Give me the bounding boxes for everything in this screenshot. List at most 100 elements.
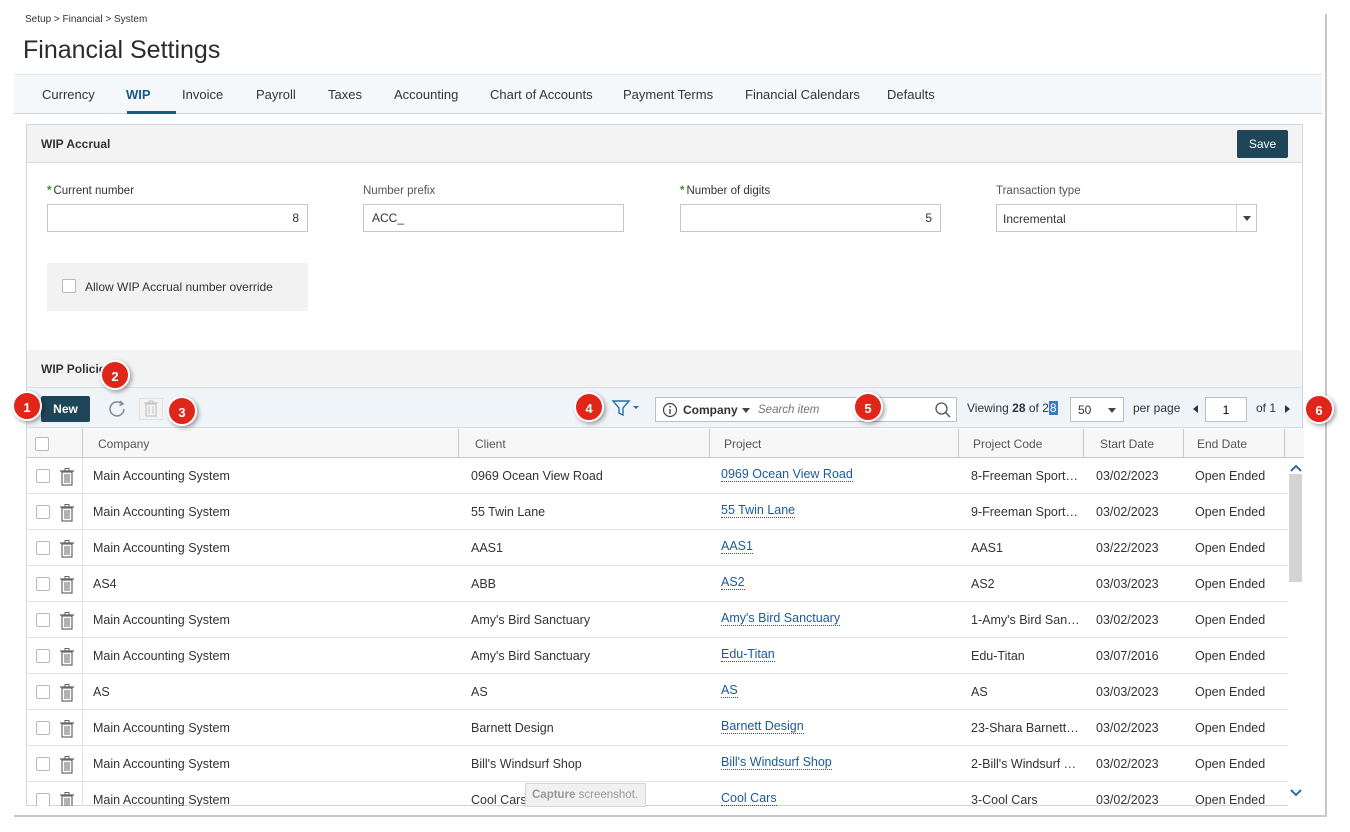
trash-icon[interactable] <box>58 611 76 634</box>
table-row[interactable]: Main Accounting System Amy's Bird Sanctua… <box>27 602 1289 638</box>
override-checkbox[interactable] <box>62 279 76 293</box>
cell-end-date: Open Ended <box>1195 469 1266 483</box>
trash-icon[interactable] <box>58 755 76 778</box>
tab-financial-calendars[interactable]: Financial Calendars <box>745 87 860 102</box>
table-row[interactable]: Main Accounting System Amy's Bird Sanctua… <box>27 638 1289 674</box>
number-prefix-input[interactable] <box>363 204 624 232</box>
trash-icon[interactable] <box>58 467 76 490</box>
table-row[interactable]: Main Accounting System Cool Cars Cool Cars… <box>27 782 1289 806</box>
cell-project-link[interactable]: Bill's Windsurf Shop <box>721 755 832 770</box>
delete-button[interactable] <box>139 398 163 420</box>
row-checkbox[interactable] <box>36 721 50 735</box>
row-checkbox[interactable] <box>36 613 50 627</box>
row-checkbox[interactable] <box>36 505 50 519</box>
transaction-type-select[interactable]: Incremental <box>996 204 1257 232</box>
column-header-start-date[interactable]: Start Date <box>1084 429 1184 458</box>
cell-project-link[interactable]: AAS1 <box>721 539 753 554</box>
refresh-icon[interactable] <box>107 398 127 423</box>
cell-project-link[interactable]: AS <box>721 683 738 698</box>
table-row[interactable]: Main Accounting System 55 Twin Lane 55 Twi… <box>27 494 1289 530</box>
search-scope-dropdown[interactable]: Company <box>683 403 750 417</box>
cell-project-link[interactable]: Edu-Titan <box>721 647 775 662</box>
tab-payment-terms[interactable]: Payment Terms <box>623 87 713 102</box>
column-header-project-code[interactable]: Project Code <box>959 429 1084 458</box>
cell-company: Main Accounting System <box>93 541 230 555</box>
chevron-down-icon[interactable] <box>1290 785 1302 803</box>
callout-marker: 3 <box>167 396 197 426</box>
trash-icon[interactable] <box>58 503 76 526</box>
callout-marker: 5 <box>853 392 883 422</box>
row-checkbox[interactable] <box>36 685 50 699</box>
row-checkbox[interactable] <box>36 541 50 555</box>
tab-accounting[interactable]: Accounting <box>394 87 458 102</box>
page-total: of 1 <box>1256 401 1277 415</box>
tab-defaults[interactable]: Defaults <box>887 87 935 102</box>
column-header-company[interactable]: Company <box>83 429 459 458</box>
row-checkbox[interactable] <box>36 757 50 771</box>
tab-wip[interactable]: WIP <box>126 87 151 102</box>
trash-icon[interactable] <box>58 719 76 742</box>
column-header-client[interactable]: Client <box>459 429 710 458</box>
table-row[interactable]: Main Accounting System AAS1 AAS1 AAS1 03/22/… <box>27 530 1289 566</box>
cell-company: AS4 <box>93 577 117 591</box>
cell-company: Main Accounting System <box>93 469 230 483</box>
tab-invoice[interactable]: Invoice <box>182 87 223 102</box>
trash-icon[interactable] <box>58 575 76 598</box>
scrollbar-thumb[interactable] <box>1289 474 1302 582</box>
next-page-icon[interactable] <box>1285 405 1290 413</box>
select-all-checkbox[interactable] <box>35 437 49 451</box>
callout-marker: 1 <box>12 391 42 421</box>
page-title: Financial Settings <box>23 36 221 64</box>
table-row[interactable]: Main Accounting System Barnett Design Barn… <box>27 710 1289 746</box>
settings-panel: WIP Accrual Save *Current number Number … <box>26 124 1304 806</box>
per-page-select[interactable]: 50 <box>1070 397 1124 422</box>
wip-policies-header: WIP Policie <box>27 350 1302 388</box>
cell-start-date: 03/02/2023 <box>1096 505 1159 519</box>
row-checkbox[interactable] <box>36 577 50 591</box>
cell-end-date: Open Ended <box>1195 613 1266 627</box>
cell-project-link[interactable]: 55 Twin Lane <box>721 503 796 518</box>
row-checkbox[interactable] <box>36 649 50 663</box>
search-input[interactable] <box>756 401 926 418</box>
prev-page-icon[interactable] <box>1193 405 1198 413</box>
cell-start-date: 03/07/2016 <box>1096 649 1159 663</box>
column-header-end-date[interactable]: End Date <box>1184 429 1285 458</box>
grid-scrollbar[interactable] <box>1288 458 1303 806</box>
cell-client: Bill's Windsurf Shop <box>471 757 582 771</box>
save-button[interactable]: Save <box>1237 130 1288 158</box>
table-row[interactable]: AS AS AS AS 03/03/2023 Open Ended <box>27 674 1289 710</box>
current-number-input[interactable] <box>47 204 308 232</box>
new-button[interactable]: New <box>41 396 90 422</box>
number-of-digits-input[interactable] <box>680 204 941 232</box>
cell-project-link[interactable]: 0969 Ocean View Road <box>721 467 853 482</box>
table-row[interactable]: AS4 ABB AS2 AS2 03/03/2023 Open Ended <box>27 566 1289 602</box>
cell-client: AS <box>471 685 488 699</box>
tab-currency[interactable]: Currency <box>42 87 95 102</box>
cell-start-date: 03/02/2023 <box>1096 757 1159 771</box>
grid-header: Company Client Project Project Code Star… <box>27 429 1304 458</box>
table-row[interactable]: Main Accounting System Bill's Windsurf Sh… <box>27 746 1289 782</box>
trash-icon[interactable] <box>58 647 76 670</box>
trash-icon[interactable] <box>58 791 76 806</box>
cell-project-link[interactable]: Barnett Design <box>721 719 804 734</box>
trash-icon[interactable] <box>58 539 76 562</box>
cell-project-link[interactable]: Amy's Bird Sanctuary <box>721 611 841 626</box>
filter-icon[interactable] <box>611 398 643 423</box>
search-icon[interactable] <box>934 401 952 424</box>
cell-project-link[interactable]: AS2 <box>721 575 745 590</box>
cell-project-code: Edu-Titan <box>971 649 1025 663</box>
page-number-input[interactable] <box>1205 397 1247 422</box>
table-row[interactable]: Main Accounting System 0969 Ocean View Ro… <box>27 458 1289 494</box>
tab-payroll[interactable]: Payroll <box>256 87 296 102</box>
column-divider <box>82 530 83 566</box>
column-header-project[interactable]: Project <box>710 429 959 458</box>
tab-taxes[interactable]: Taxes <box>328 87 362 102</box>
tab-chart-of-accounts[interactable]: Chart of Accounts <box>490 87 593 102</box>
cell-client: 0969 Ocean View Road <box>471 469 603 483</box>
cell-project-code: 2-Bill's Windsurf … <box>971 757 1077 771</box>
cell-company: Main Accounting System <box>93 505 230 519</box>
cell-project-link[interactable]: Cool Cars <box>721 791 777 806</box>
row-checkbox[interactable] <box>36 793 50 806</box>
trash-icon[interactable] <box>58 683 76 706</box>
row-checkbox[interactable] <box>36 469 50 483</box>
